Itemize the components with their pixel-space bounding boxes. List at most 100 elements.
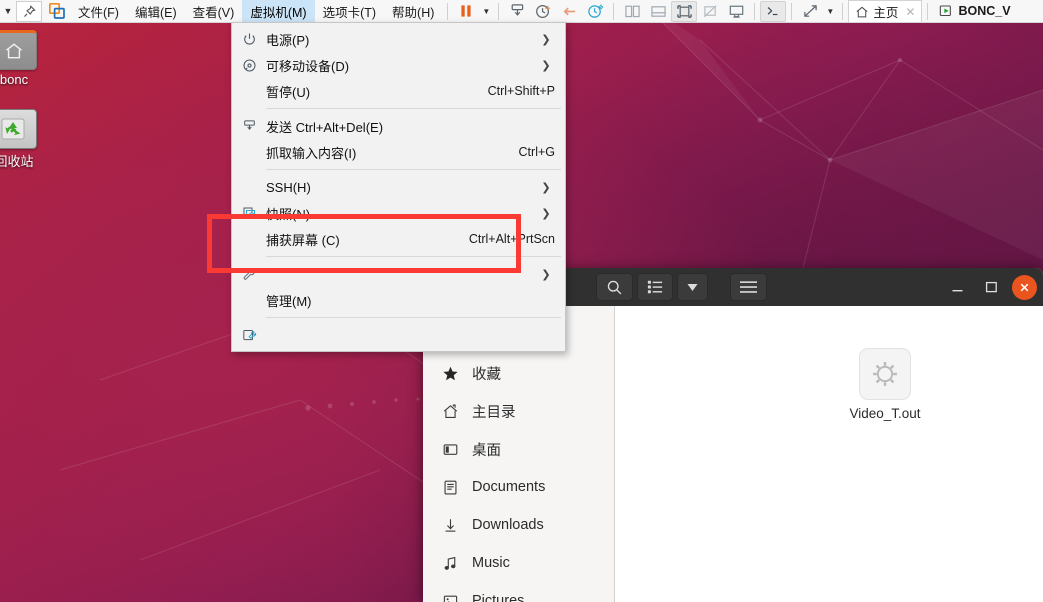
removable-device-icon — [232, 58, 266, 73]
menu-item-snapshot[interactable]: 快照(N) ❯ — [232, 200, 565, 226]
console-terminal-icon[interactable] — [760, 0, 787, 22]
send-keys-icon — [232, 119, 266, 134]
menu-item-label: 管理(M) — [266, 293, 312, 309]
snapshot-icon — [232, 206, 266, 221]
documents-icon — [441, 479, 459, 496]
submenu-arrow-icon: ❯ — [541, 207, 551, 220]
tab-home[interactable]: 主页 ✕ — [848, 0, 923, 22]
maximize-button[interactable] — [976, 273, 1006, 301]
sidebar-item-documents[interactable]: Documents — [423, 468, 614, 506]
tab-label: 主页 — [873, 6, 899, 20]
pause-icon[interactable] — [453, 1, 479, 22]
file-item[interactable]: Video_T.out — [837, 348, 933, 423]
menu-item-settings[interactable] — [232, 322, 565, 348]
close-button[interactable] — [1012, 274, 1037, 300]
home-icon — [441, 403, 459, 420]
desktop-icon-home[interactable]: bonc — [0, 30, 50, 87]
search-icon — [608, 280, 622, 294]
sidebar-item-music[interactable]: Music — [423, 544, 614, 582]
desktop-icon-list: bonc 回收站 — [0, 30, 50, 192]
sidebar-item-label: 主目录 — [472, 404, 516, 421]
show-console-view-icon[interactable] — [645, 1, 671, 22]
sidebar-item-starred[interactable]: 收藏 — [423, 354, 614, 392]
menu-file[interactable]: 文件(F) — [70, 0, 127, 24]
menu-help[interactable]: 帮助(H) — [384, 0, 442, 24]
minimize-icon — [952, 289, 962, 291]
view-options-dropdown[interactable] — [677, 273, 709, 301]
desktop-icon-trash[interactable]: 回收站 — [0, 109, 50, 170]
unity-mode-icon[interactable] — [697, 1, 723, 22]
menu-tabs[interactable]: 选项卡(T) — [315, 0, 384, 24]
caret-down-icon[interactable]: ▼ — [0, 6, 16, 16]
menu-virtual-machine[interactable]: 虚拟机(M) — [242, 0, 315, 24]
menu-item-label: 快照(N) — [266, 206, 311, 222]
multiple-monitors-icon[interactable] — [619, 1, 645, 22]
close-icon — [1020, 283, 1029, 291]
sidebar-item-label: Downloads — [472, 517, 544, 533]
pause-dropdown-arrow-icon[interactable]: ▼ — [479, 7, 493, 16]
submenu-arrow-icon: ❯ — [541, 33, 551, 46]
close-icon[interactable]: ✕ — [905, 5, 915, 19]
download-icon — [441, 517, 459, 534]
tab-label: BONC_V — [958, 4, 1011, 18]
menu-item-pause[interactable]: 暂停(U) Ctrl+Shift+P — [232, 78, 565, 104]
menu-item-send-ctrl-alt-del[interactable]: 发送 Ctrl+Alt+Del(E) — [232, 113, 565, 139]
menu-separator — [266, 317, 561, 318]
sidebar-item-label: Documents — [472, 479, 546, 495]
vmware-menubar: ▼ 文件(F) 编辑(E) 查看(V) 虚拟机(M) 选项卡(T) 帮助(H) … — [0, 0, 1043, 24]
fullscreen-icon[interactable] — [671, 0, 698, 22]
list-view-icon — [648, 280, 663, 294]
sidebar-item-home[interactable]: 主目录 — [423, 392, 614, 430]
home-folder-icon — [0, 30, 37, 70]
tab-bonc-vm[interactable]: BONC_V — [933, 0, 1016, 22]
menu-item-ssh[interactable]: SSH(H) ❯ — [232, 174, 565, 200]
pin-icon[interactable] — [16, 0, 42, 22]
app-menu-button[interactable] — [730, 273, 768, 301]
sidebar-item-downloads[interactable]: Downloads — [423, 506, 614, 544]
menu-item-label: 抓取输入内容(I) — [266, 145, 357, 161]
resize-icon[interactable] — [797, 1, 823, 22]
menu-view[interactable]: 查看(V) — [185, 0, 243, 24]
hamburger-menu-icon — [740, 281, 758, 293]
submenu-arrow-icon: ❯ — [541, 268, 551, 281]
trash-icon — [0, 109, 37, 149]
menu-item-manage[interactable]: ❯ — [232, 261, 565, 287]
menu-edit[interactable]: 编辑(E) — [127, 0, 185, 24]
menu-item-shortcut: Ctrl+G — [518, 145, 555, 159]
snapshot-revert-icon[interactable] — [556, 1, 582, 22]
menu-item-grab-input[interactable]: 抓取输入内容(I) Ctrl+G — [232, 139, 565, 165]
resize-dropdown-arrow-icon[interactable]: ▼ — [823, 7, 837, 16]
menu-item-label: 电源(P) — [266, 32, 310, 48]
menu-item-label: 捕获屏幕 (C) — [266, 232, 340, 248]
sidebar-item-label: 收藏 — [472, 366, 501, 383]
maximize-icon — [985, 281, 997, 293]
menu-item-power[interactable]: 电源(P) ❯ — [232, 26, 565, 52]
sidebar-item-pictures[interactable]: Pictures — [423, 582, 614, 602]
stretch-display-icon[interactable] — [723, 1, 749, 22]
menu-separator — [266, 169, 561, 170]
wrench-icon — [232, 267, 266, 282]
snapshot-take-icon[interactable] — [530, 1, 556, 22]
submenu-arrow-icon: ❯ — [541, 59, 551, 72]
menu-item-removable-devices[interactable]: 可移动设备(D) ❯ — [232, 52, 565, 78]
menu-item-shortcut: Ctrl+Alt+PrtScn — [468, 232, 555, 246]
menu-item-label: 发送 Ctrl+Alt+Del(E) — [266, 119, 384, 135]
files-content-area[interactable]: Video_T.out — [615, 306, 1043, 602]
search-button[interactable] — [596, 273, 634, 301]
menu-item-label: 可移动设备(D) — [266, 58, 350, 74]
screenshot-root: bonc 回收站 x64 Debug — [0, 0, 1043, 602]
menu-item-shortcut: Ctrl+Shift+P — [487, 84, 555, 98]
minimize-button[interactable] — [942, 273, 972, 301]
submenu-arrow-icon: ❯ — [541, 181, 551, 194]
sidebar-item-desktop[interactable]: 桌面 — [423, 430, 614, 468]
pictures-icon — [441, 593, 459, 602]
desktop-icon — [441, 441, 459, 458]
view-mode-button[interactable] — [637, 273, 674, 301]
menu-item-capture-screen[interactable]: 捕获屏幕 (C) Ctrl+Alt+PrtScn — [232, 226, 565, 252]
menu-item-cancel-vmware-tools-install[interactable]: 管理(M) — [232, 287, 565, 313]
snapshot-manager-icon[interactable] — [582, 1, 608, 22]
vmware-logo-icon — [44, 3, 70, 19]
home-icon — [856, 6, 868, 17]
send-ctrl-alt-del-icon[interactable] — [504, 1, 530, 22]
desktop-icon-label: bonc — [0, 72, 29, 87]
